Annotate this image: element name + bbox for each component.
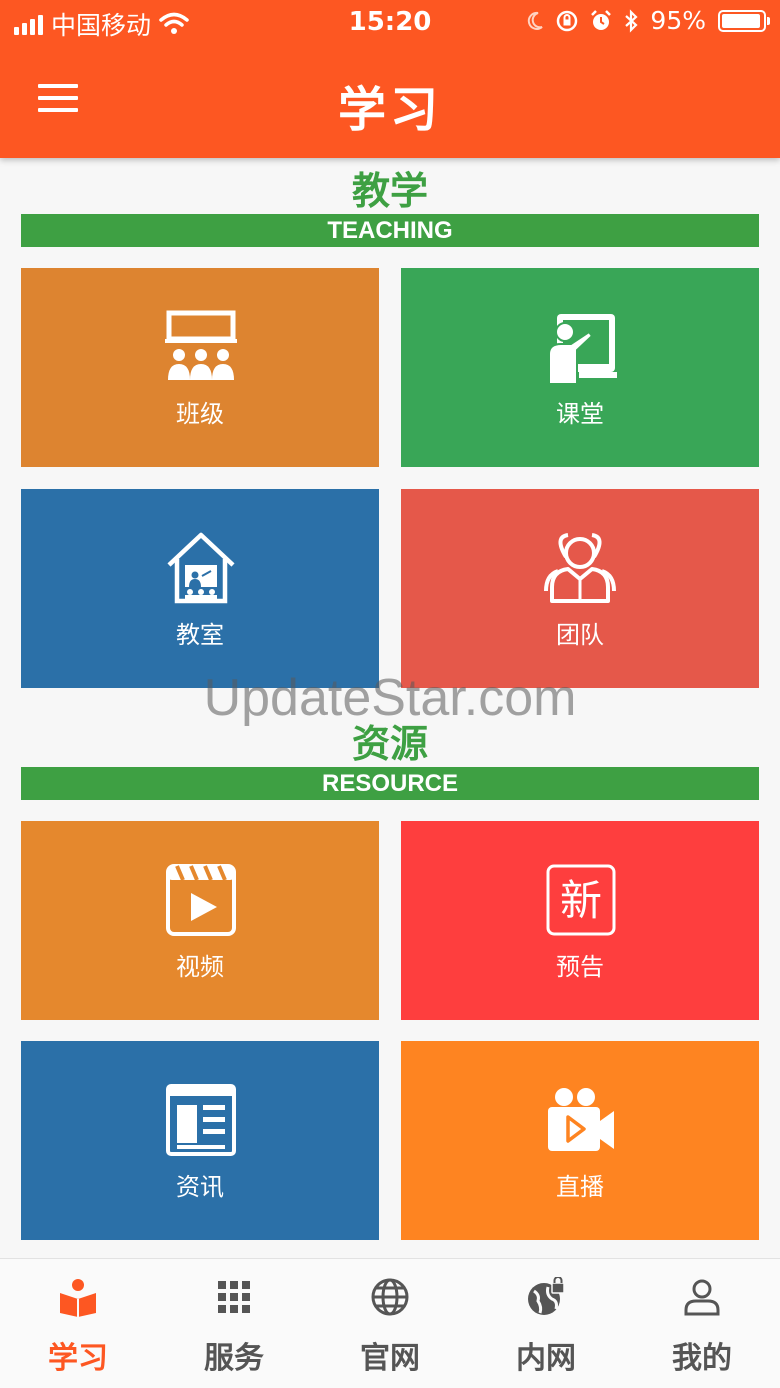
classroom-house-icon [167, 532, 235, 604]
bottom-tab-bar: 学习 服务 官网 内网 我的 [0, 1258, 780, 1388]
video-clapper-icon [166, 864, 236, 936]
status-bar: 中国移动 15:20 95% [0, 0, 780, 44]
tab-label: 服务 [204, 1341, 264, 1376]
lecture-icon [548, 314, 617, 384]
tab-intranet[interactable]: 内网 [468, 1259, 624, 1388]
class-icon [165, 310, 237, 380]
tab-official-site[interactable]: 官网 [312, 1259, 468, 1388]
tile-video[interactable]: 视频 [21, 821, 379, 1020]
tile-label: 团队 [556, 621, 604, 649]
section-bar-teaching: TEACHING [21, 214, 759, 247]
user-icon [684, 1279, 720, 1316]
tab-label: 学习 [48, 1341, 108, 1376]
book-icon [60, 1279, 96, 1317]
alarm-icon [591, 9, 612, 30]
news-icon [166, 1084, 236, 1156]
svg-text:新: 新 [560, 876, 602, 925]
battery-icon [718, 9, 770, 32]
tile-label: 资讯 [176, 1173, 224, 1201]
bluetooth-icon [625, 8, 639, 33]
tile-label: 预告 [556, 953, 604, 981]
battery-percent: 95% [650, 6, 706, 35]
tile-label: 直播 [556, 1173, 604, 1201]
moon-icon [528, 11, 544, 30]
tab-label: 我的 [672, 1341, 732, 1376]
orientation-lock-icon [557, 10, 578, 31]
battery-fill [722, 13, 760, 28]
tile-lecture[interactable]: 课堂 [401, 268, 759, 467]
section-title-teaching: 教学 [351, 169, 428, 213]
app-header: 中国移动 15:20 95% 学习 [0, 0, 780, 158]
tile-news[interactable]: 资讯 [21, 1041, 379, 1240]
tile-team[interactable]: 团队 [401, 489, 759, 688]
tab-mine[interactable]: 我的 [624, 1259, 780, 1388]
tab-label: 内网 [516, 1341, 576, 1376]
tab-service[interactable]: 服务 [156, 1259, 312, 1388]
tile-class[interactable]: 班级 [21, 268, 379, 467]
tile-classroom[interactable]: 教室 [21, 489, 379, 688]
globe-lock-icon [528, 1277, 565, 1315]
tile-label: 教室 [176, 621, 224, 649]
tile-preview[interactable]: 新 预告 [401, 821, 759, 1020]
globe-icon [371, 1278, 409, 1316]
tile-live[interactable]: 直播 [401, 1041, 759, 1240]
tile-label: 视频 [176, 953, 224, 981]
page-title: 学习 [337, 82, 442, 138]
new-badge-icon: 新 [546, 864, 616, 936]
grid-icon [218, 1281, 250, 1313]
tile-label: 课堂 [556, 400, 604, 428]
section-title-resource: 资源 [351, 722, 428, 766]
tab-study[interactable]: 学习 [0, 1259, 156, 1388]
team-icon [544, 533, 616, 603]
tile-label: 班级 [176, 400, 224, 428]
section-bar-resource: RESOURCE [21, 767, 759, 800]
tab-label: 官网 [360, 1341, 420, 1376]
live-camera-icon [548, 1088, 614, 1151]
